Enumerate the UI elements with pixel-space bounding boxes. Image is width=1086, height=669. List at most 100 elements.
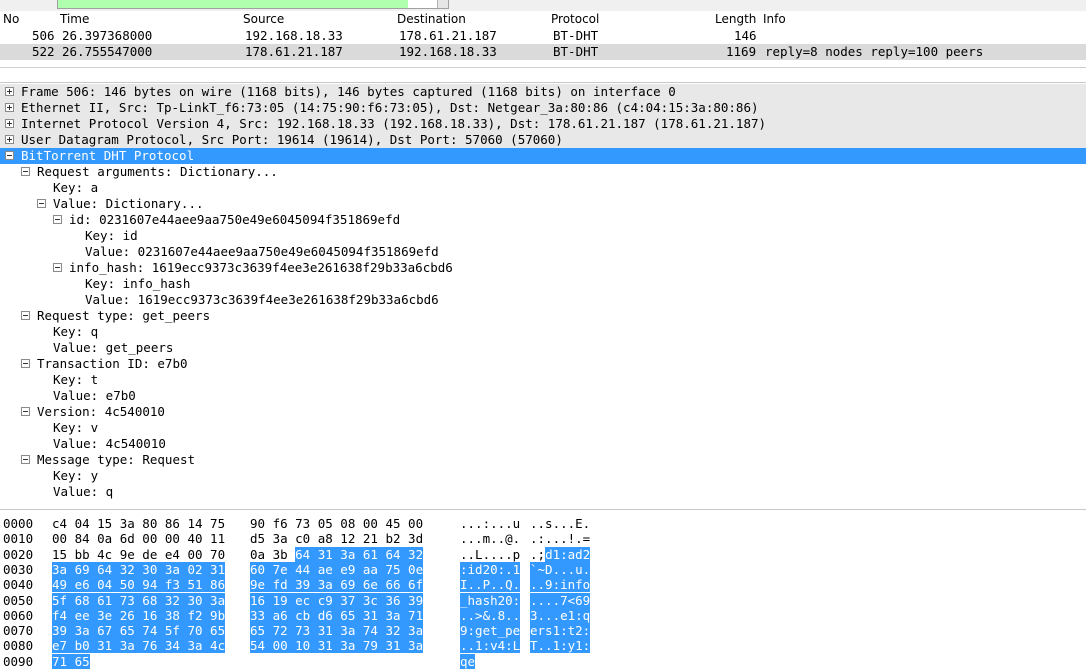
hex-row[interactable]: 0070 39 3a 67 65 74 5f 70 65 65 72 73 31 3… [0, 623, 1086, 639]
detail-tree-item[interactable]: Request type: get_peers [0, 308, 1086, 324]
hex-bytes-first-half: c4 04 15 3a 80 86 14 75 [52, 516, 226, 531]
ascii-selected: d1:ad2 [545, 546, 591, 562]
detail-tree-item[interactable]: Message type: Request [0, 452, 1086, 468]
detail-tree-item[interactable]: info_hash: 1619ecc9373c3639f4ee3e261638f… [0, 260, 1086, 276]
hex-bytes-first-half: 3a 69 64 32 30 3a 02 31 [52, 561, 226, 577]
detail-tree-label: Value: Dictionary... [53, 196, 204, 211]
detail-tree-item[interactable]: Key: q [0, 324, 1086, 340]
hex-row[interactable]: 0030 3a 69 64 32 30 3a 02 31 60 7e 44 ae e… [0, 561, 1086, 577]
detail-tree-item[interactable]: Key: info_hash [0, 276, 1086, 292]
detail-tree-label: Value: 4c540010 [53, 436, 166, 451]
hex-row[interactable]: 0050 5f 68 61 73 68 32 30 3a 16 19 ec c9 3… [0, 592, 1086, 608]
detail-tree-item[interactable]: Ethernet II, Src: Tp-LinkT_f6:73:05 (14:… [0, 100, 1086, 116]
ascii-first-half: qe [460, 653, 476, 669]
collapse-icon[interactable] [37, 199, 46, 208]
display-filter-input[interactable] [57, 0, 449, 9]
hex-bytes-first-half: 39 3a 67 65 74 5f 70 65 [52, 623, 226, 639]
detail-tree-item[interactable]: Value: e7b0 [0, 388, 1086, 404]
ascii-first-half: ..1:v4:L [460, 638, 521, 654]
packet-source: 192.168.18.33 [245, 28, 343, 43]
detail-tree-item[interactable]: Key: y [0, 468, 1086, 484]
column-header-time[interactable]: Time [60, 12, 89, 26]
hex-row[interactable]: 0020 15 bb 4c 9e de e4 00 70 0a 3b 64 31 3… [0, 546, 1086, 562]
hex-row[interactable]: 0080 e7 b0 31 3a 76 34 3a 4c 54 00 10 31 3… [0, 638, 1086, 654]
ascii-second-half: `~D...u. [530, 561, 591, 577]
hex-row[interactable]: 0090 71 65 qe [0, 653, 1086, 669]
hex-bytes-first-half: 5f 68 61 73 68 32 30 3a [52, 592, 226, 608]
hex-row[interactable]: 0000 c4 04 15 3a 80 86 14 75 90 f6 73 05 0… [0, 516, 1086, 531]
collapse-icon[interactable] [21, 359, 30, 368]
expand-icon[interactable] [5, 87, 14, 96]
collapse-icon[interactable] [21, 455, 30, 464]
detail-tree-item[interactable]: Value: Dictionary... [0, 196, 1086, 212]
ascii-first-half: ..L....p [460, 546, 521, 562]
hex-offset: 0050 [3, 592, 34, 608]
detail-tree-item[interactable]: Transaction ID: e7b0 [0, 356, 1086, 372]
ascii-second-half: T..1:y1: [530, 638, 591, 654]
detail-tree-item[interactable]: BitTorrent DHT Protocol [0, 148, 1086, 164]
hex-bytes-first-half: 49 e6 04 50 94 f3 51 86 [52, 577, 226, 593]
hex-bytes-first-half: 15 bb 4c 9e de e4 00 70 [52, 546, 226, 562]
packet-row[interactable]: 522 26.755547000 178.61.21.187 192.168.1… [0, 44, 1086, 60]
packet-row[interactable]: 506 26.397368000 192.168.18.33 178.61.21… [0, 28, 1086, 44]
column-header-no[interactable]: No [3, 12, 19, 26]
ascii-second-half: .:...!.= [530, 531, 591, 547]
detail-tree-item[interactable]: Internet Protocol Version 4, Src: 192.16… [0, 116, 1086, 132]
column-header-info[interactable]: Info [763, 12, 786, 26]
hex-row[interactable]: 0040 49 e6 04 50 94 f3 51 86 9e fd 39 3a 6… [0, 577, 1086, 593]
detail-tree-item[interactable]: Version: 4c540010 [0, 404, 1086, 420]
hex-bytes-second-half: 65 72 73 31 3a 74 32 3a [250, 623, 424, 639]
hex-offset: 0090 [3, 653, 34, 669]
collapse-icon[interactable] [53, 263, 62, 272]
collapse-icon[interactable] [5, 151, 14, 160]
expand-icon[interactable] [5, 135, 14, 144]
detail-tree-item[interactable]: User Datagram Protocol, Src Port: 19614 … [0, 132, 1086, 148]
ascii-second-half: .;d1:ad2 [530, 546, 591, 562]
filter-dropdown-button[interactable] [437, 0, 448, 8]
packet-protocol: BT-DHT [553, 44, 599, 59]
detail-tree-item[interactable]: Key: id [0, 228, 1086, 244]
hex-bytes-first-half: e7 b0 31 3a 76 34 3a 4c [52, 638, 226, 654]
packet-destination: 192.168.18.33 [399, 44, 497, 59]
detail-tree-label: Version: 4c540010 [37, 404, 165, 419]
detail-tree-label: Key: info_hash [85, 276, 191, 291]
packet-destination: 178.61.21.187 [399, 28, 497, 43]
hex-offset: 0070 [3, 623, 34, 639]
detail-tree-label: Transaction ID: e7b0 [37, 356, 188, 371]
ascii-second-half: ers1:t2: [530, 623, 591, 639]
ascii-first-half: 9:get_pe [460, 623, 521, 639]
hex-row[interactable]: 0010 00 84 0a 6d 00 00 40 11 d5 3a c0 a8 1… [0, 531, 1086, 546]
column-header-destination[interactable]: Destination [397, 12, 466, 26]
ascii-first-half: ..>&.8.. [460, 607, 521, 623]
ascii-first-half: ...:...u [460, 516, 521, 531]
detail-tree-item[interactable]: Key: v [0, 420, 1086, 436]
detail-tree-label: Key: v [53, 420, 99, 435]
detail-tree-item[interactable]: id: 0231607e44aee9aa750e49e6045094f35186… [0, 212, 1086, 228]
detail-tree-label: Value: get_peers [53, 340, 174, 355]
collapse-icon[interactable] [21, 167, 30, 176]
ascii-first-half: I..P..Q. [460, 577, 521, 593]
collapse-icon[interactable] [21, 311, 30, 320]
column-header-protocol[interactable]: Protocol [551, 12, 599, 26]
detail-tree-item[interactable]: Value: 1619ecc9373c3639f4ee3e261638f29b3… [0, 292, 1086, 308]
detail-tree-item[interactable]: Value: get_peers [0, 340, 1086, 356]
detail-tree-item[interactable]: Request arguments: Dictionary... [0, 164, 1086, 180]
collapse-icon[interactable] [21, 407, 30, 416]
hex-bytes-second-half: 9e fd 39 3a 69 6e 66 6f [250, 577, 424, 593]
hex-row[interactable]: 0060 f4 ee 3e 26 16 38 f2 9b 33 a6 cb d6 6… [0, 607, 1086, 623]
hex-bytes-first-half: 00 84 0a 6d 00 00 40 11 [52, 531, 226, 547]
detail-tree-item[interactable]: Value: q [0, 484, 1086, 500]
detail-tree-label: BitTorrent DHT Protocol [21, 148, 195, 163]
expand-icon[interactable] [5, 103, 14, 112]
detail-tree-item[interactable]: Value: 4c540010 [0, 436, 1086, 452]
column-header-source[interactable]: Source [243, 12, 284, 26]
detail-tree-item[interactable]: Value: 0231607e44aee9aa750e49e6045094f35… [0, 244, 1086, 260]
detail-tree-item[interactable]: Key: a [0, 180, 1086, 196]
expand-icon[interactable] [5, 119, 14, 128]
detail-tree-item[interactable]: Key: t [0, 372, 1086, 388]
packet-source: 178.61.21.187 [245, 44, 343, 59]
detail-tree-item[interactable]: Frame 506: 146 bytes on wire (1168 bits)… [0, 84, 1086, 100]
filter-valid-indicator [58, 0, 408, 8]
collapse-icon[interactable] [53, 215, 62, 224]
column-header-length[interactable]: Length [715, 12, 756, 26]
